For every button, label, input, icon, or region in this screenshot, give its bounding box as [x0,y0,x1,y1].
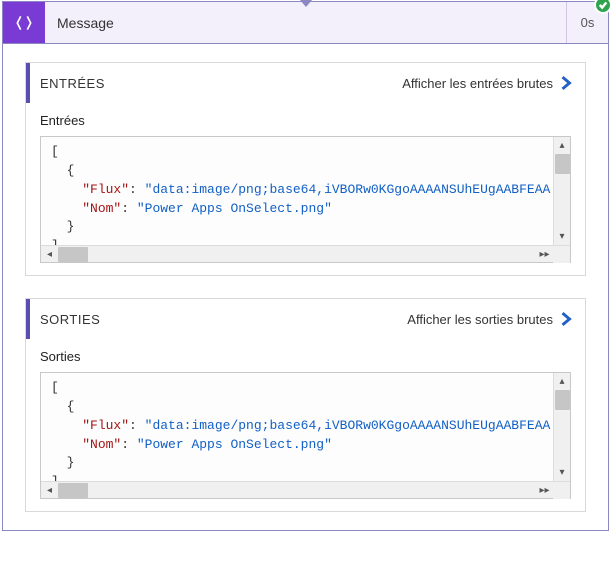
scroll-right-icon[interactable]: ▸▸ [536,482,553,499]
action-card: Message 0s ENTRÉES Afficher les entrées … [2,1,609,531]
horizontal-scrollbar[interactable]: ◂ ▸▸ [41,481,570,498]
scroll-right-icon[interactable]: ▸▸ [536,246,553,263]
scrollbar-corner [553,482,570,499]
status-success-icon [594,0,611,14]
chevron-right-icon [559,76,573,90]
show-raw-inputs-link[interactable]: Afficher les entrées brutes [402,76,573,91]
scroll-up-icon[interactable]: ▴ [554,373,571,390]
inputs-heading: ENTRÉES [40,76,402,91]
outputs-heading: SORTIES [40,312,407,327]
scrollbar-corner [553,246,570,263]
scroll-down-icon[interactable]: ▾ [554,228,571,245]
inputs-panel: ENTRÉES Afficher les entrées brutes Entr… [25,62,586,276]
scroll-left-icon[interactable]: ◂ [41,482,58,499]
scroll-up-icon[interactable]: ▴ [554,137,571,154]
vertical-scrollbar[interactable]: ▴ ▾ [553,373,570,481]
panel-accent [26,63,30,103]
outputs-json[interactable]: [ { "Flux": "data:image/png;base64,iVBOR… [41,373,570,481]
scrollbar-thumb[interactable] [555,154,570,174]
outputs-panel: SORTIES Afficher les sorties brutes Sort… [25,298,586,512]
data-operation-icon [3,2,45,43]
card-body: ENTRÉES Afficher les entrées brutes Entr… [3,44,608,530]
raw-link-label: Afficher les entrées brutes [402,76,553,91]
outputs-subheading: Sorties [26,339,585,368]
inputs-subheading: Entrées [26,103,585,132]
vertical-scrollbar[interactable]: ▴ ▾ [553,137,570,245]
panel-accent [26,299,30,339]
scrollbar-thumb[interactable] [58,483,88,498]
collapse-caret-icon [299,0,313,14]
raw-link-label: Afficher les sorties brutes [407,312,553,327]
scrollbar-thumb[interactable] [58,247,88,262]
outputs-code-box: [ { "Flux": "data:image/png;base64,iVBOR… [40,372,571,499]
scrollbar-thumb[interactable] [555,390,570,410]
show-raw-outputs-link[interactable]: Afficher les sorties brutes [407,312,573,327]
inputs-code-box: [ { "Flux": "data:image/png;base64,iVBOR… [40,136,571,263]
scroll-down-icon[interactable]: ▾ [554,464,571,481]
scroll-left-icon[interactable]: ◂ [41,246,58,263]
horizontal-scrollbar[interactable]: ◂ ▸▸ [41,245,570,262]
inputs-json[interactable]: [ { "Flux": "data:image/png;base64,iVBOR… [41,137,570,245]
chevron-right-icon [559,312,573,326]
